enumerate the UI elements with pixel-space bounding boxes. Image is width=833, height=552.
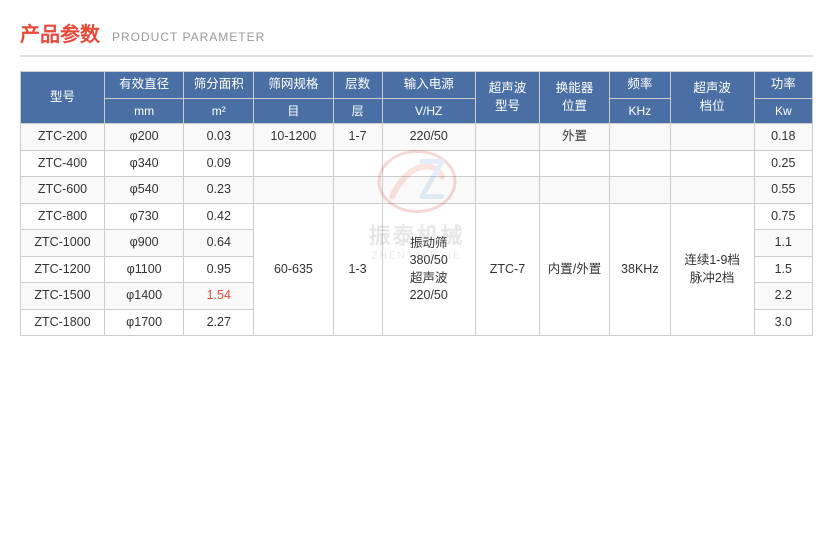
table-cell — [475, 150, 539, 177]
table-cell: ZTC-1800 — [21, 309, 105, 336]
table-cell — [382, 150, 475, 177]
col-sub-m2: m² — [184, 98, 254, 124]
table-cell — [382, 177, 475, 204]
page-header: 产品参数 PRODUCT PARAMETER — [20, 18, 813, 57]
col-sub-kw: Kw — [754, 98, 812, 124]
table-cell: φ730 — [104, 203, 183, 230]
table-cell: 0.25 — [754, 150, 812, 177]
table-cell: φ1100 — [104, 256, 183, 283]
header-row-1: 型号 有效直径 筛分面积 筛网规格 层数 输入电源 超声波型号 换能器位置 频率… — [21, 72, 813, 99]
table-cell: 0.75 — [754, 203, 812, 230]
table-cell — [610, 124, 671, 151]
table-cell — [670, 150, 754, 177]
table-cell: 220/50 — [382, 124, 475, 151]
col-header-freq: 频率 — [610, 72, 671, 99]
table-cell: 1.5 — [754, 256, 812, 283]
col-header-mesh: 筛网规格 — [254, 72, 333, 99]
table-cell: 连续1-9档脉冲2档 — [670, 203, 754, 336]
table-row: ZTC-400φ3400.09 0.25 — [21, 150, 813, 177]
table-cell — [610, 177, 671, 204]
table-cell: ZTC-1200 — [21, 256, 105, 283]
table-cell: 0.18 — [754, 124, 812, 151]
table-cell: 60-635 — [254, 203, 333, 336]
table-cell: 振动筛380/50超声波220/50 — [382, 203, 475, 336]
table-cell: 1-3 — [333, 203, 382, 336]
table-cell: 3.0 — [754, 309, 812, 336]
table-cell: 10-1200 — [254, 124, 333, 151]
col-header-level: 超声波档位 — [670, 72, 754, 124]
col-header-area: 筛分面积 — [184, 72, 254, 99]
table-cell — [540, 177, 610, 204]
table-cell — [610, 150, 671, 177]
table-cell: 1.1 — [754, 230, 812, 257]
table-cell: φ1400 — [104, 283, 183, 310]
col-sub-layer-unit: 层 — [333, 98, 382, 124]
table-cell — [475, 124, 539, 151]
col-header-layer: 层数 — [333, 72, 382, 99]
col-sub-mesh-unit: 目 — [254, 98, 333, 124]
col-header-watt: 功率 — [754, 72, 812, 99]
table-cell: ZTC-1000 — [21, 230, 105, 257]
col-sub-mm: mm — [104, 98, 183, 124]
params-table: 型号 有效直径 筛分面积 筛网规格 层数 输入电源 超声波型号 换能器位置 频率… — [20, 71, 813, 336]
col-sub-khz: KHz — [610, 98, 671, 124]
table-cell: 0.95 — [184, 256, 254, 283]
table-cell: 0.42 — [184, 203, 254, 230]
table-cell — [333, 150, 382, 177]
table-row: ZTC-800φ7300.4260-6351-3振动筛380/50超声波220/… — [21, 203, 813, 230]
table-cell — [475, 177, 539, 204]
table-cell: 外置 — [540, 124, 610, 151]
page-title-en: PRODUCT PARAMETER — [112, 30, 265, 44]
table-cell: ZTC-600 — [21, 177, 105, 204]
table-row: ZTC-600φ5400.23 0.55 — [21, 177, 813, 204]
table-cell: φ900 — [104, 230, 183, 257]
table-body: ZTC-200φ2000.0310-12001-7220/50外置0.18ZTC… — [21, 124, 813, 336]
page-title-cn: 产品参数 — [20, 18, 100, 47]
table-cell: 内置/外置 — [540, 203, 610, 336]
table-cell: ZTC-200 — [21, 124, 105, 151]
table-cell — [254, 177, 333, 204]
table-cell: φ200 — [104, 124, 183, 151]
table-cell: φ340 — [104, 150, 183, 177]
col-header-diam: 有效直径 — [104, 72, 183, 99]
table-cell: 38KHz — [610, 203, 671, 336]
table-cell: ZTC-400 — [21, 150, 105, 177]
table-cell — [670, 177, 754, 204]
table-cell: ZTC-7 — [475, 203, 539, 336]
table-cell: 2.27 — [184, 309, 254, 336]
table-cell: 0.64 — [184, 230, 254, 257]
table-cell: 2.2 — [754, 283, 812, 310]
table-cell: 0.23 — [184, 177, 254, 204]
table-cell: 0.03 — [184, 124, 254, 151]
page: 产品参数 PRODUCT PARAMETER 振泰机械 ZHENTAIJIXIE — [0, 0, 833, 552]
table-cell: 1-7 — [333, 124, 382, 151]
col-header-power: 输入电源 — [382, 72, 475, 99]
col-header-trans: 超声波型号 — [475, 72, 539, 124]
table-cell: ZTC-800 — [21, 203, 105, 230]
table-cell: 0.55 — [754, 177, 812, 204]
col-sub-vhz: V/HZ — [382, 98, 475, 124]
table-cell: φ1700 — [104, 309, 183, 336]
col-header-pos: 换能器位置 — [540, 72, 610, 124]
table-cell: ZTC-1500 — [21, 283, 105, 310]
table-wrapper: 振泰机械 ZHENTAIJIXIE 型号 有效直径 — [20, 71, 813, 336]
table-cell: 1.54 — [184, 283, 254, 310]
table-cell — [254, 150, 333, 177]
table-cell — [540, 150, 610, 177]
table-cell — [670, 124, 754, 151]
table-cell — [333, 177, 382, 204]
table-row: ZTC-200φ2000.0310-12001-7220/50 外置 0.18 — [21, 124, 813, 151]
col-header-model: 型号 — [21, 72, 105, 124]
table-cell: 0.09 — [184, 150, 254, 177]
table-cell: φ540 — [104, 177, 183, 204]
